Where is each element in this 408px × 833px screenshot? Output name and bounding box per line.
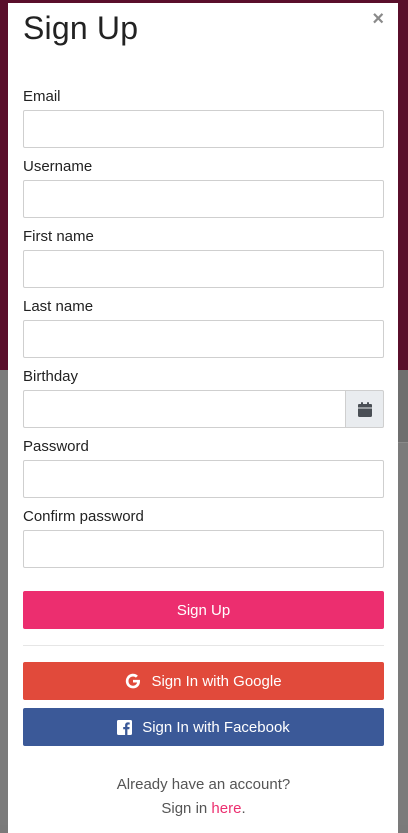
password-field[interactable] [23, 460, 384, 498]
first-name-label: First name [23, 228, 94, 245]
calendar-button[interactable] [345, 390, 384, 428]
first-name-field[interactable] [23, 250, 384, 288]
signin-suffix: . [241, 800, 246, 817]
confirm-password-group: Confirm password [23, 508, 384, 568]
birthday-field[interactable] [23, 390, 346, 428]
google-signin-label: Sign In with Google [151, 672, 282, 690]
username-field[interactable] [23, 180, 384, 218]
divider [23, 645, 384, 646]
email-label: Email [23, 88, 61, 105]
have-account-text: Already have an account? [116, 776, 291, 793]
sign-up-label: Sign Up [176, 601, 231, 619]
background-strip [398, 370, 408, 443]
signup-modal: Sign Up × Email Username First name Last… [8, 3, 398, 833]
birthday-input-group [23, 390, 384, 428]
first-name-group: First name [23, 228, 384, 288]
signin-link[interactable]: here [211, 800, 241, 817]
birthday-label: Birthday [23, 368, 79, 385]
email-group: Email [23, 88, 384, 148]
facebook-icon [117, 719, 133, 735]
modal-title: Sign Up [23, 10, 139, 46]
password-group: Password [23, 438, 384, 498]
birthday-group: Birthday [23, 368, 384, 428]
facebook-signin-button[interactable]: Sign In with Facebook [23, 708, 384, 746]
google-icon [125, 673, 141, 689]
facebook-signin-label: Sign In with Facebook [142, 718, 290, 736]
google-signin-button[interactable]: Sign In with Google [23, 662, 384, 700]
last-name-field[interactable] [23, 320, 384, 358]
last-name-label: Last name [23, 298, 94, 315]
email-field[interactable] [23, 110, 384, 148]
calendar-icon [357, 401, 372, 417]
signin-prompt: Already have an account? Sign in here. [23, 773, 384, 821]
signin-prefix: Sign in [161, 800, 212, 817]
sign-up-button[interactable]: Sign Up [23, 591, 384, 629]
close-icon[interactable]: × [372, 9, 384, 29]
last-name-group: Last name [23, 298, 384, 358]
username-label: Username [23, 158, 93, 175]
confirm-password-field[interactable] [23, 530, 384, 568]
password-label: Password [23, 438, 89, 455]
signin-line: Sign in here. [23, 797, 384, 821]
username-group: Username [23, 158, 384, 218]
confirm-password-label: Confirm password [23, 508, 144, 525]
